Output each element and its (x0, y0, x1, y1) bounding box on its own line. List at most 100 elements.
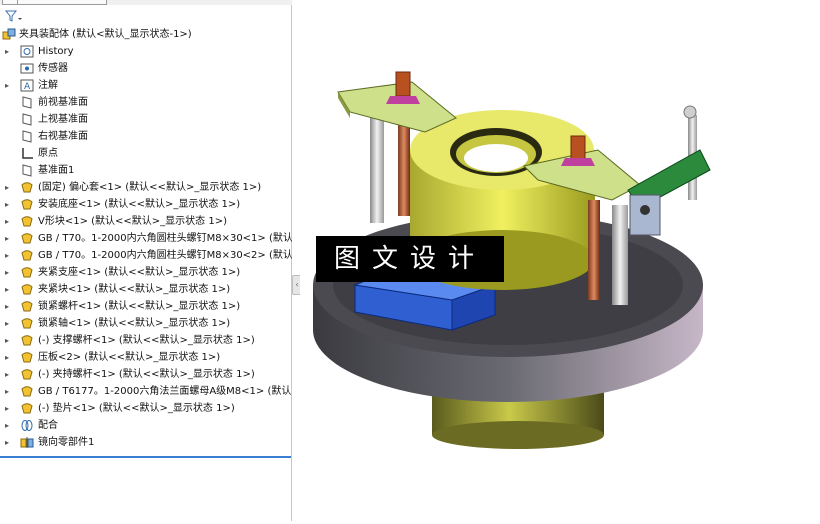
part-icon (20, 266, 34, 279)
tree-item-label: 夹紧块<1> (默认<<默认>_显示状态 1>) (38, 284, 231, 295)
tree-item[interactable]: 传感器 (0, 60, 292, 77)
annotation-icon: A (20, 79, 34, 92)
tree-item-label: V形块<1> (默认<<默认>_显示状态 1>) (38, 216, 227, 227)
tree-item-label: 锁紧轴<1> (默认<<默认>_显示状态 1>) (38, 318, 231, 329)
tree-item[interactable]: ▸ 夹紧块<1> (默认<<默认>_显示状态 1>) (0, 281, 292, 298)
tree-item[interactable]: ▸ 镜向零部件1 (0, 434, 292, 451)
part-icon (20, 300, 34, 313)
plane-icon (20, 113, 34, 126)
mate-icon (20, 419, 34, 432)
feature-manager-panel: 夹具装配体 (默认<默认_显示状态-1>) ▸ History 传感器 ▸ A 注解前视基… (0, 0, 292, 521)
expand-arrow-icon[interactable]: ▸ (5, 196, 15, 213)
part-icon (20, 215, 34, 228)
tree-item[interactable]: ▸ 锁紧轴<1> (默认<<默认>_显示状态 1>) (0, 315, 292, 332)
tree-item-label: 配合 (38, 420, 58, 431)
tree-item-label: 夹紧支座<1> (默认<<默认>_显示状态 1>) (38, 267, 241, 278)
expand-arrow-icon[interactable]: ▸ (5, 417, 15, 434)
tree-item-label: 镜向零部件1 (38, 437, 95, 448)
expand-arrow-icon[interactable]: ▸ (5, 179, 15, 196)
expand-arrow-icon[interactable]: ▸ (5, 383, 15, 400)
filter-icon[interactable] (4, 8, 26, 24)
tree-item[interactable]: ▸ 配合 (0, 417, 292, 434)
tree-item-label: GB / T70。1-2000内六角圆柱头螺钉M8×30<2> (默认<<默 (38, 250, 292, 261)
tree-item-label: GB / T6177。1-2000六角法兰面螺母A级M8<1> (默认<<默 (38, 386, 292, 397)
tree-item-label: 注解 (38, 80, 58, 91)
tree-root[interactable]: 夹具装配体 (默认<默认_显示状态-1>) (0, 26, 292, 43)
tree-item-label: 基准面1 (38, 165, 75, 176)
part-icon (20, 283, 34, 296)
tree-item-label: GB / T70。1-2000内六角圆柱头螺钉M8×30<1> (默认<<默 (38, 233, 292, 244)
expand-arrow-icon[interactable]: ▸ (5, 400, 15, 417)
origin-icon (20, 147, 34, 160)
panel-tab-strip (0, 0, 292, 5)
expand-arrow-icon[interactable]: ▸ (5, 349, 15, 366)
tree-item-label: (-) 垫片<1> (默认<<默认>_显示状态 1>) (38, 403, 235, 414)
plane-icon (20, 130, 34, 143)
tree-item[interactable]: ▸ (-) 支撑螺杆<1> (默认<<默认>_显示状态 1>) (0, 332, 292, 349)
tree-item[interactable]: 基准面1 (0, 162, 292, 179)
expand-arrow-icon[interactable]: ▸ (5, 213, 15, 230)
part-icon (20, 334, 34, 347)
expand-arrow-icon[interactable]: ▸ (5, 247, 15, 264)
tree-item[interactable]: ▸ 夹紧支座<1> (默认<<默认>_显示状态 1>) (0, 264, 292, 281)
tree-item-label: 右视基准面 (38, 131, 88, 142)
part-icon (20, 198, 34, 211)
expand-arrow-icon[interactable]: ▸ (5, 230, 15, 247)
part-icon (20, 232, 34, 245)
tree-item-label: 前视基准面 (38, 97, 88, 108)
plane-icon (20, 96, 34, 109)
expand-arrow-icon[interactable]: ▸ (5, 298, 15, 315)
tree-item[interactable]: ▸ (固定) 偏心套<1> (默认<<默认>_显示状态 1>) (0, 179, 292, 196)
history-icon (20, 45, 34, 58)
tree-item-label: History (38, 46, 74, 57)
mirror-icon (20, 436, 34, 449)
part-icon (20, 249, 34, 262)
part-icon (20, 351, 34, 364)
part-icon (20, 402, 34, 415)
expand-arrow-icon[interactable]: ▸ (5, 315, 15, 332)
tree-item-label: 传感器 (38, 63, 68, 74)
sensor-icon (20, 62, 34, 75)
part-icon (20, 317, 34, 330)
expand-arrow-icon[interactable]: ▸ (5, 434, 15, 451)
tree-item[interactable]: ▸ A 注解 (0, 77, 292, 94)
tree-item-label: 原点 (38, 148, 58, 159)
tree-item-label: (固定) 偏心套<1> (默认<<默认>_显示状态 1>) (38, 182, 262, 193)
tree-item[interactable]: ▸ GB / T70。1-2000内六角圆柱头螺钉M8×30<2> (默认<<默 (0, 247, 292, 264)
tree-item[interactable]: 前视基准面 (0, 94, 292, 111)
tree-item[interactable]: 上视基准面 (0, 111, 292, 128)
tree-item[interactable]: ▸ History (0, 43, 292, 60)
expand-arrow-icon[interactable]: ▸ (5, 77, 15, 94)
tree-item[interactable]: ▸ 安装底座<1> (默认<<默认>_显示状态 1>) (0, 196, 292, 213)
svg-text:A: A (24, 82, 31, 92)
assembly-icon (2, 28, 16, 41)
tree-root-label: 夹具装配体 (默认<默认_显示状态-1>) (19, 29, 192, 40)
expand-arrow-icon[interactable]: ▸ (5, 281, 15, 298)
tree-item[interactable]: 原点 (0, 145, 292, 162)
expand-arrow-icon[interactable]: ▸ (5, 366, 15, 383)
tree-item-label: 上视基准面 (38, 114, 88, 125)
tab-property[interactable] (17, 0, 107, 5)
tree-item-label: 锁紧螺杆<1> (默认<<默认>_显示状态 1>) (38, 301, 241, 312)
tree-item[interactable]: ▸ (-) 夹持螺杆<1> (默认<<默认>_显示状态 1>) (0, 366, 292, 383)
tree-item[interactable]: ▸ 锁紧螺杆<1> (默认<<默认>_显示状态 1>) (0, 298, 292, 315)
part-icon (20, 181, 34, 194)
plane-icon (20, 164, 34, 177)
tree-item-label: 压板<2> (默认<<默认>_显示状态 1>) (38, 352, 221, 363)
rollback-bar[interactable] (0, 456, 291, 458)
part-icon (20, 385, 34, 398)
tree-item[interactable]: ▸ GB / T6177。1-2000六角法兰面螺母A级M8<1> (默认<<默 (0, 383, 292, 400)
graphics-viewport[interactable]: 图文设计 (300, 0, 820, 521)
tree-item[interactable]: ▸ GB / T70。1-2000内六角圆柱头螺钉M8×30<1> (默认<<默 (0, 230, 292, 247)
expand-arrow-icon[interactable]: ▸ (5, 43, 15, 60)
watermark-label: 图文设计 (316, 236, 504, 282)
expand-arrow-icon[interactable]: ▸ (5, 332, 15, 349)
tree-item[interactable]: ▸ V形块<1> (默认<<默认>_显示状态 1>) (0, 213, 292, 230)
tree-item[interactable]: ▸ (-) 垫片<1> (默认<<默认>_显示状态 1>) (0, 400, 292, 417)
tree-item[interactable]: ▸ 压板<2> (默认<<默认>_显示状态 1>) (0, 349, 292, 366)
tree-item[interactable]: 右视基准面 (0, 128, 292, 145)
tree-item-label: (-) 夹持螺杆<1> (默认<<默认>_显示状态 1>) (38, 369, 255, 380)
expand-arrow-icon[interactable]: ▸ (5, 264, 15, 281)
tab-feature-tree[interactable] (2, 0, 18, 5)
tree-item-label: (-) 支撑螺杆<1> (默认<<默认>_显示状态 1>) (38, 335, 255, 346)
